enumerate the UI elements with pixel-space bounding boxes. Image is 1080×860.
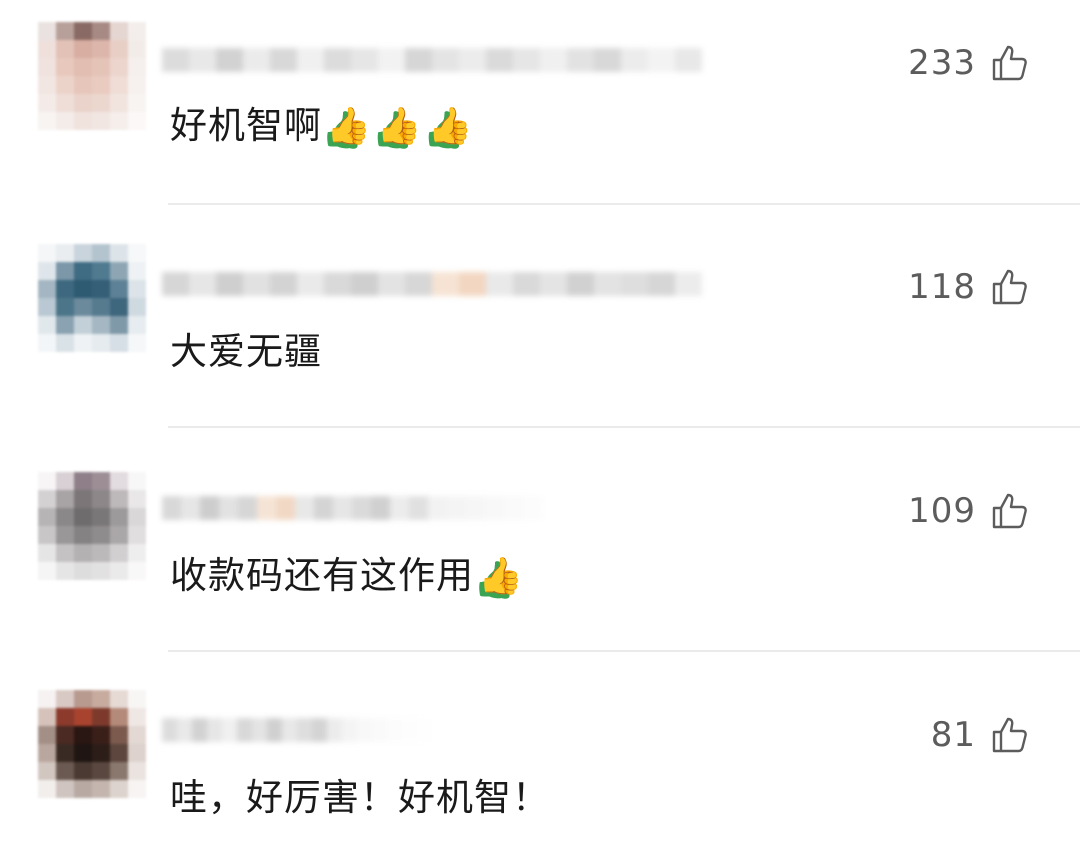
- thumbs-up-outline-icon[interactable]: [990, 715, 1030, 755]
- like-count: 81: [930, 715, 976, 755]
- comment-text-content: 好机智啊: [170, 104, 322, 147]
- like-count: 109: [908, 491, 976, 531]
- thumbs-up-emoji-icon: 👍: [326, 106, 377, 147]
- comment-item: 收款码还有这作用 👍 109: [0, 448, 1080, 672]
- divider: [168, 426, 1080, 428]
- thumbs-up-emoji-icon: 👍: [376, 106, 428, 147]
- comment-text: 收款码还有这作用 👍: [170, 546, 529, 607]
- username-blurred[interactable]: [162, 710, 462, 750]
- thumbs-up-emoji-icon: 👍: [427, 106, 479, 147]
- thumbs-up-outline-icon[interactable]: [990, 267, 1030, 307]
- comment-text: 好机智啊 👍👍👍: [170, 96, 478, 157]
- thumbs-up-outline-icon[interactable]: [990, 491, 1030, 531]
- like-button[interactable]: 109: [908, 488, 1030, 534]
- divider: [168, 203, 1080, 205]
- comment-item: 大爱无疆 118: [0, 224, 1080, 448]
- avatar[interactable]: [38, 22, 146, 130]
- like-button[interactable]: 118: [908, 264, 1030, 310]
- like-button[interactable]: 233: [908, 40, 1030, 86]
- comment-text: 哇，好厉害！好机智！: [170, 768, 550, 828]
- thumbs-emoji-group: 👍👍👍: [326, 96, 478, 157]
- thumbs-up-outline-icon[interactable]: [990, 43, 1030, 83]
- comment-text-content: 大爱无疆: [170, 330, 322, 373]
- comment-text-content: 收款码还有这作用: [170, 554, 474, 597]
- thumbs-emoji-group: 👍: [478, 546, 529, 607]
- divider: [168, 650, 1080, 652]
- username-blurred[interactable]: [162, 264, 702, 304]
- username-blurred[interactable]: [162, 488, 542, 528]
- comment-item: 哇，好厉害！好机智！ 81: [0, 672, 1080, 860]
- like-count: 118: [908, 267, 976, 307]
- comment-text-content: 哇，好厉害！好机智！: [170, 776, 550, 819]
- comment-item: 好机智啊 👍👍👍 233: [0, 0, 1080, 224]
- avatar[interactable]: [38, 472, 146, 580]
- comment-text: 大爱无疆: [170, 322, 322, 382]
- like-count: 233: [908, 43, 976, 83]
- username-blurred[interactable]: [162, 40, 702, 80]
- avatar[interactable]: [38, 244, 146, 352]
- avatar[interactable]: [38, 690, 146, 798]
- like-button[interactable]: 81: [931, 712, 1030, 758]
- thumbs-up-emoji-icon: 👍: [478, 556, 529, 597]
